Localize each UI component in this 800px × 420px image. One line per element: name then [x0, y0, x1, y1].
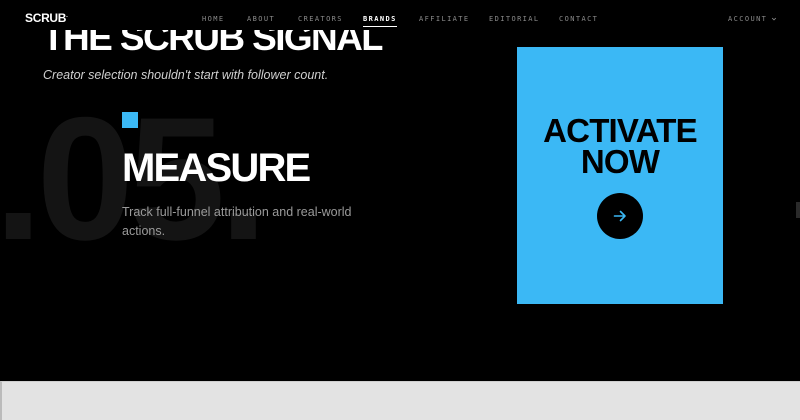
- feature-description: Track full-funnel attribution and real-w…: [122, 205, 352, 238]
- cta-line-2: NOW: [580, 143, 660, 180]
- nav-item-editorial[interactable]: EDITORIAL: [489, 15, 540, 23]
- activate-card[interactable]: ACTIVATE NOW: [517, 47, 723, 304]
- nav-item-brands[interactable]: BRANDS: [363, 15, 397, 27]
- nav-item-creators[interactable]: CREATORS: [298, 15, 343, 23]
- activate-now-button[interactable]: [597, 193, 643, 239]
- nav-item-about[interactable]: ABOUT: [247, 15, 275, 23]
- bottom-bar: [0, 381, 800, 420]
- account-label: ACCOUNT: [728, 15, 768, 23]
- scroll-indicator[interactable]: [796, 202, 800, 218]
- logo-text: SCRUB: [25, 11, 67, 25]
- cta-line-1: ACTIVATE: [543, 112, 698, 149]
- nav-item-contact[interactable]: CONTACT: [559, 15, 598, 23]
- account-menu[interactable]: ACCOUNT: [728, 15, 777, 23]
- feature-heading: MEASURE: [122, 146, 311, 190]
- accent-square: [122, 112, 138, 128]
- page: SCRUB. HOME ABOUT CREATORS BRANDS AFFILI…: [0, 0, 800, 420]
- nav-item-affiliate[interactable]: AFFILIATE: [419, 15, 470, 23]
- nav-item-home[interactable]: HOME: [202, 15, 224, 23]
- chevron-down-icon: [772, 17, 777, 21]
- arrow-right-icon: [613, 210, 626, 222]
- logo-mark: .: [66, 13, 68, 19]
- page-subtitle: Creator selection shouldn't start with f…: [43, 68, 329, 82]
- logo[interactable]: SCRUB.: [25, 11, 68, 25]
- cta-title: ACTIVATE NOW: [517, 112, 723, 180]
